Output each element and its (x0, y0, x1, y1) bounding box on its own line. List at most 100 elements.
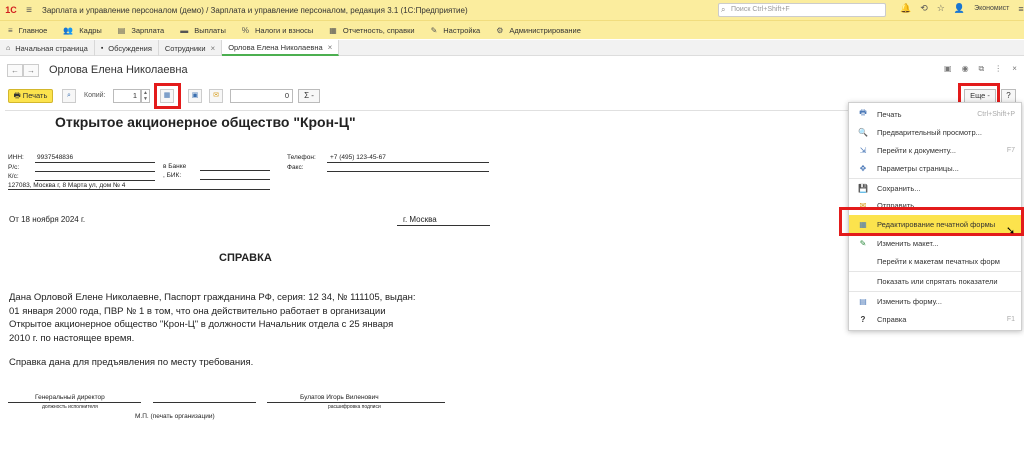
envelope-icon: ✉ (213, 92, 219, 99)
city-underline (397, 225, 490, 226)
save-button[interactable]: ▣ (188, 89, 202, 103)
main-menu-icon[interactable]: ≡ (22, 5, 36, 16)
printer-icon: 🖶 (13, 91, 23, 100)
menu-item-help[interactable]: ? Справка F1 (849, 310, 1021, 328)
more-vertical-icon[interactable]: ⋮ (994, 64, 1002, 74)
ks-underline (35, 180, 155, 181)
body-line: 01 января 2000 года, ПВР № 1 в том, что … (9, 306, 386, 317)
stamp-text: М.П. (печать организации) (135, 413, 215, 420)
settings-icon[interactable]: ≡ (1018, 4, 1023, 14)
sum-mode-dropdown[interactable]: Σ - (298, 89, 320, 103)
sum-field[interactable]: 0 (230, 89, 293, 103)
forward-button[interactable]: → (23, 63, 39, 77)
position-underline (8, 402, 141, 403)
menu-item-send[interactable]: ✉ Отправить... (849, 196, 1021, 214)
app-logo: 1С (5, 5, 17, 15)
section-label: Главное (18, 25, 48, 35)
menu-item-edit-print-form[interactable]: ▦ Редактирование печатной формы (849, 215, 1021, 233)
menu-item-toggle-indicators[interactable]: Показать или спрятать показатели (849, 272, 1021, 290)
menu-item-page-setup[interactable]: ✥ Параметры страницы... (849, 159, 1021, 177)
document-date: От 18 ноября 2024 г. (9, 215, 86, 224)
open-windows-bar: ⌂ Начальная страница ▪ Обсуждения Сотрудни… (0, 40, 1024, 56)
fax-underline (327, 171, 489, 172)
menu-item-label: Справка (877, 314, 907, 324)
section-admin[interactable]: ⚙ Администрирование (488, 21, 589, 40)
menu-item-label: Параметры страницы... (877, 163, 959, 173)
section-reports[interactable]: ▦ Отчетность, справки (321, 21, 422, 40)
favorites-icon[interactable]: ☆ (937, 3, 945, 14)
people-icon: 👥 (63, 25, 74, 35)
section-label: Отчетность, справки (342, 25, 415, 35)
tab-discussions[interactable]: ▪ Обсуждения (95, 40, 159, 56)
section-taxes[interactable]: % Налоги и взносы (234, 21, 321, 40)
reports-icon: ▦ (329, 25, 337, 35)
phone-underline (327, 162, 489, 163)
copies-stepper[interactable]: ▲ ▼ (141, 89, 150, 103)
menu-item-print-templates[interactable]: Перейти к макетам печатных форм (849, 252, 1021, 270)
search-icon: ⌕ (721, 5, 726, 14)
page-title: Орлова Елена Николаевна (49, 64, 188, 76)
print-form-icon[interactable]: ◉ (962, 64, 969, 74)
menu-shortcut: F7 (1006, 146, 1015, 154)
section-settings[interactable]: ✎ Настройка (423, 21, 489, 40)
menu-item-preview[interactable]: 🔍 Предварительный просмотр... (849, 123, 1021, 141)
printer-icon: 🖶 (859, 108, 867, 117)
ks-label: К/с: (8, 173, 19, 180)
go-to-document-icon: ⇲ (859, 145, 867, 155)
menu-item-save[interactable]: 💾 Сохранить... (849, 179, 1021, 197)
phone-value: +7 (495) 123-45-67 (330, 154, 386, 161)
inn-underline (35, 162, 155, 163)
user-icon[interactable]: 👤 (954, 3, 965, 14)
menu-item-print[interactable]: 🖶 Печать Ctrl+Shift+P (849, 105, 1021, 123)
back-button[interactable]: ← (7, 63, 23, 77)
edit-print-form-button[interactable]: ▦ (160, 89, 174, 103)
send-button[interactable]: ✉ (209, 89, 223, 103)
tab-label: Орлова Елена Николаевна (228, 42, 323, 52)
menu-item-go-to-document[interactable]: ⇲ Перейти к документу... F7 (849, 141, 1021, 159)
floppy-icon: ▣ (191, 92, 199, 99)
phone-label: Телефон: (287, 154, 316, 161)
envelope-icon: ✉ (859, 200, 867, 210)
floppy-icon: 💾 (858, 183, 868, 193)
menu-item-label: Сохранить... (877, 183, 921, 193)
document-heading: СПРАВКА (219, 252, 272, 264)
preview-icon: ⌕ (67, 92, 71, 99)
pencil-icon: ✎ (859, 238, 867, 248)
help-icon: ? (860, 314, 866, 324)
menu-item-change-form[interactable]: ▤ Изменить форму... (849, 292, 1021, 310)
menu-item-label: Редактирование печатной формы (877, 219, 996, 229)
print-button[interactable]: 🖶 Печать (8, 89, 53, 103)
more-button[interactable]: Еще - (964, 89, 996, 103)
menu-item-edit-template[interactable]: ✎ Изменить макет... (849, 234, 1021, 252)
menu-item-label: Изменить макет... (877, 238, 939, 248)
print-label: Печать (22, 91, 48, 100)
copies-input[interactable]: 1 (113, 89, 141, 103)
tab-orlova[interactable]: Орлова Елена Николаевна × (222, 40, 340, 56)
section-payments[interactable]: ▬ Выплаты (172, 21, 234, 40)
tab-label: Начальная страница (15, 43, 88, 53)
section-salary[interactable]: ▤ Зарплата (110, 21, 172, 40)
section-hr[interactable]: 👥 Кадры (55, 21, 109, 40)
tab-employees[interactable]: Сотрудники × (159, 40, 223, 56)
form-header-icons: ▣ ◉ ⧉ ⋮ × (944, 64, 1017, 74)
close-icon[interactable]: × (328, 43, 333, 52)
global-search-input[interactable]: ⌕ Поиск Ctrl+Shift+F (718, 3, 886, 17)
home-icon: ⌂ (6, 44, 11, 52)
notifications-icon[interactable]: 🔔 (900, 3, 911, 14)
preview-button[interactable]: ⌕ (62, 89, 76, 103)
close-icon[interactable]: × (211, 44, 216, 53)
close-form-icon[interactable]: × (1012, 64, 1017, 74)
tab-home[interactable]: ⌂ Начальная страница (0, 40, 95, 56)
save-form-icon[interactable]: ▣ (944, 64, 952, 74)
history-icon[interactable]: ⟲ (920, 3, 928, 14)
form-header: ← → Орлова Елена Николаевна ▣ ◉ ⧉ ⋮ × (0, 58, 1024, 82)
link-icon[interactable]: ⧉ (979, 64, 985, 74)
menu-item-label: Показать или спрятать показатели (877, 276, 998, 286)
inn-label: ИНН: (8, 154, 24, 161)
menu-item-label: Предварительный просмотр... (877, 127, 982, 137)
help-button[interactable]: ? (1001, 89, 1016, 103)
user-name[interactable]: Экономист (974, 5, 1009, 12)
section-main[interactable]: ≡ Главное (0, 21, 55, 40)
section-label: Выплаты (194, 25, 226, 35)
signature-underline (153, 402, 256, 403)
